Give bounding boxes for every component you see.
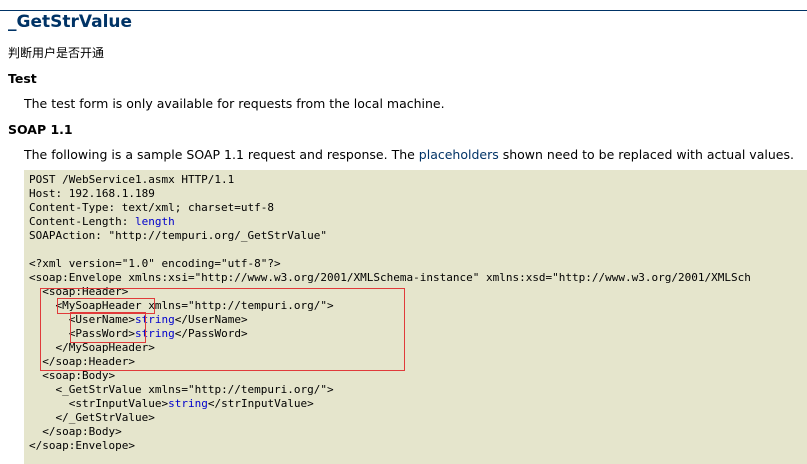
code-suffix: </UserName> <box>174 313 248 326</box>
page: _GetStrValue 判断用户是否开通 Test The test form… <box>0 0 807 464</box>
code-text: <UserName> <box>68 313 135 326</box>
code-text: <strInputValue> <box>68 397 169 410</box>
code-text: Host: 192.168.1.189 <box>29 187 155 200</box>
code-line: <_GetStrValue xmlns="http://tempuri.org/… <box>29 383 751 397</box>
code-text: <?xml version="1.0" encoding="utf-8"?> <box>29 257 281 270</box>
code-text: </soap:Body> <box>42 425 122 438</box>
code-text: <soap:Header> <box>42 285 129 298</box>
code-placeholder: string <box>134 327 175 340</box>
code-line: <soap:Body> <box>29 369 751 383</box>
code-text: POST /WebService1.asmx HTTP/1.1 <box>29 173 235 186</box>
test-heading: Test <box>8 71 37 86</box>
code-line: </_GetStrValue> <box>29 411 751 425</box>
code-text: <MySoapHeader xmlns="http://tempuri.org/… <box>55 299 334 312</box>
placeholders-link[interactable]: placeholders <box>419 147 499 162</box>
code-line: <?xml version="1.0" encoding="utf-8"?> <box>29 257 751 271</box>
soap-request-code-block: POST /WebService1.asmx HTTP/1.1 Host: 192… <box>24 170 807 464</box>
code-line: </soap:Header> <box>29 355 751 369</box>
code-placeholder: string <box>134 313 175 326</box>
code-suffix: </PassWord> <box>174 327 248 340</box>
code-line: <strInputValue>string</strInputValue> <box>29 397 751 411</box>
code-text: </_GetStrValue> <box>55 411 155 424</box>
code-line: <PassWord>string</PassWord> <box>29 327 751 341</box>
code-text: SOAPAction: "http://tempuri.org/_GetStrV… <box>29 229 328 242</box>
code-text: <PassWord> <box>68 327 135 340</box>
soap11-heading: SOAP 1.1 <box>8 122 73 137</box>
code-text: <_GetStrValue xmlns="http://tempuri.org/… <box>55 383 334 396</box>
code-text: </soap:Envelope> <box>29 439 135 452</box>
top-divider <box>0 10 807 11</box>
soap11-intro-text-after: shown need to be replaced with actual va… <box>498 147 794 162</box>
code-suffix: </strInputValue> <box>207 397 314 410</box>
code-line: <UserName>string</UserName> <box>29 313 751 327</box>
code-text: Content-Type: text/xml; charset=utf-8 <box>29 201 275 214</box>
method-description: 判断用户是否开通 <box>8 46 105 60</box>
code-line: </soap:Envelope> <box>29 439 751 453</box>
code-line: POST /WebService1.asmx HTTP/1.1 <box>29 173 751 187</box>
code-line: Host: 192.168.1.189 <box>29 187 751 201</box>
code-text: </soap:Header> <box>42 355 135 368</box>
code-listing: POST /WebService1.asmx HTTP/1.1 Host: 192… <box>29 173 751 453</box>
code-text: </MySoapHeader> <box>55 341 155 354</box>
code-text: <soap:Body> <box>42 369 116 382</box>
page-title: _GetStrValue <box>8 12 133 32</box>
code-line: <soap:Header> <box>29 285 751 299</box>
code-line: SOAPAction: "http://tempuri.org/_GetStrV… <box>29 229 751 243</box>
code-line: Content-Type: text/xml; charset=utf-8 <box>29 201 751 215</box>
code-text: Content-Length: <box>29 215 135 228</box>
code-line: </MySoapHeader> <box>29 341 751 355</box>
code-placeholder: length <box>134 215 175 228</box>
code-line: Content-Length: length <box>29 215 751 229</box>
code-text: <soap:Envelope xmlns:xsi="http://www.w3.… <box>29 271 751 284</box>
code-line: </soap:Body> <box>29 425 751 439</box>
code-placeholder: string <box>168 397 208 410</box>
soap11-intro-text-before: The following is a sample SOAP 1.1 reque… <box>24 147 419 162</box>
soap11-intro: The following is a sample SOAP 1.1 reque… <box>24 147 794 162</box>
code-line: <MySoapHeader xmlns="http://tempuri.org/… <box>29 299 751 313</box>
test-note: The test form is only available for requ… <box>24 96 445 111</box>
code-line: <soap:Envelope xmlns:xsi="http://www.w3.… <box>29 271 751 285</box>
